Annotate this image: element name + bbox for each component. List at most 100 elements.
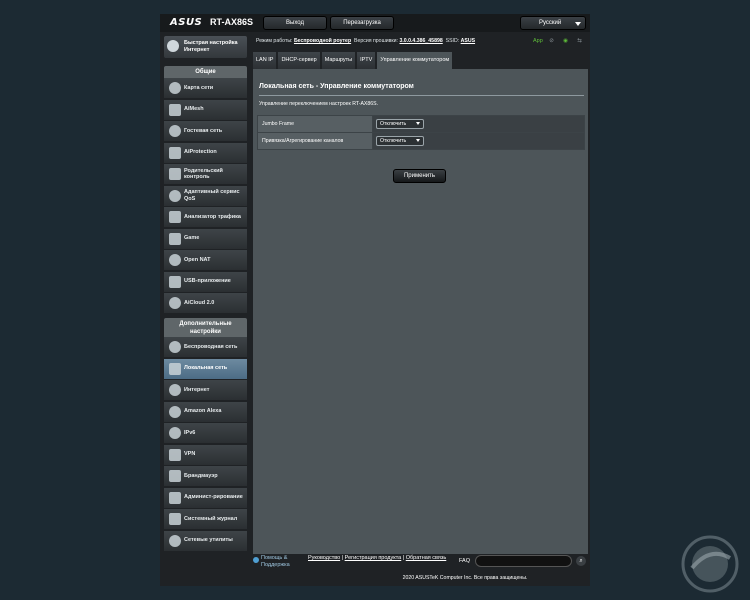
status-bar: Режим работы: Беспроводной роутер Версия…: [256, 38, 475, 44]
sidebar-item-system-log[interactable]: Системный журнал: [164, 509, 247, 529]
internet-status-icon[interactable]: ⊘: [547, 37, 556, 46]
system-log-icon: [169, 513, 181, 525]
tab-routes[interactable]: Маршруты: [321, 52, 356, 69]
sidebar-item-amazon-alexa[interactable]: Amazon Alexa: [164, 401, 247, 422]
sidebar-item-label: USB-приложение: [184, 278, 231, 285]
page-description: Управление переключением настроек RT-AX8…: [259, 101, 379, 107]
title-divider: [259, 95, 584, 96]
sidebar-item-vpn[interactable]: VPN: [164, 444, 247, 465]
sidebar-item-lan[interactable]: Локальная сеть: [164, 358, 247, 379]
admin-icon: [169, 491, 181, 504]
chevron-down-icon: [416, 139, 420, 142]
sidebar-item-label: Сетевые утилиты: [184, 537, 233, 544]
logout-button[interactable]: Выход: [263, 16, 327, 30]
wireless-icon: [169, 341, 181, 353]
lan-tabs: LAN IP DHCP-сервер Маршруты IPTV Управле…: [253, 52, 454, 69]
advanced-menu: Беспроводная сеть Локальная сеть Интерне…: [164, 337, 247, 552]
sidebar-item-label: Адаптивный сервис QoS: [184, 189, 240, 202]
sidebar-item-parental-control[interactable]: Родительский контроль: [164, 164, 247, 184]
jumbo-frame-select[interactable]: Отключить: [376, 119, 424, 129]
tab-iptv[interactable]: IPTV: [357, 52, 376, 69]
search-icon[interactable]: ⌕: [576, 556, 586, 566]
sidebar-item-traffic-analyzer[interactable]: Анализатор трафика: [164, 207, 247, 227]
sidebar-item-network-map[interactable]: Карта сети: [164, 78, 247, 98]
tab-lan-ip[interactable]: LAN IP: [253, 52, 277, 69]
sidebar-item-ipv6[interactable]: IPv6: [164, 423, 247, 443]
ssid-link[interactable]: ASUS: [461, 38, 475, 44]
sidebar-item-aicloud[interactable]: AiCloud 2.0: [164, 293, 247, 313]
app-icon[interactable]: App: [533, 37, 543, 46]
reboot-button[interactable]: Перезагрузка: [330, 16, 394, 30]
sidebar-item-label: AiProtection: [184, 149, 217, 156]
settings-table: Jumbo Frame Отключить Привязка/Агрегиров…: [257, 115, 585, 150]
link-aggregation-select[interactable]: Отключить: [376, 136, 424, 146]
apply-button[interactable]: Применить: [393, 169, 446, 183]
sidebar-item-guest-network[interactable]: Гостевая сеть: [164, 121, 247, 141]
sidebar-item-firewall[interactable]: Брандмауэр: [164, 466, 247, 486]
table-row: Jumbo Frame Отключить: [257, 115, 585, 133]
sidebar-item-usb-app[interactable]: USB-приложение: [164, 271, 247, 292]
quick-setup-label: Быстрая настройка Интернет: [184, 40, 238, 53]
mode-label: Режим работы:: [256, 38, 293, 44]
sidebar-item-qos[interactable]: Адаптивный сервис QoS: [164, 185, 247, 206]
sidebar-item-network-tools[interactable]: Сетевые утилиты: [164, 530, 247, 551]
sidebar-item-label: Интернет: [184, 386, 210, 393]
router-admin-window: ASUS RT-AX86S Выход Перезагрузка Русский…: [160, 14, 590, 586]
chevron-down-icon: [575, 22, 581, 26]
sidebar-item-game[interactable]: Game: [164, 228, 247, 249]
sidebar-item-label: Game: [184, 235, 200, 242]
sidebar-item-administration[interactable]: Админист-рирование: [164, 487, 247, 508]
cloud-icon: [169, 297, 181, 309]
vpn-icon: [169, 448, 181, 461]
lan-icon: [169, 362, 181, 375]
sidebar-item-label: Родительский контроль: [184, 167, 223, 181]
open-nat-icon: [169, 254, 181, 266]
ipv6-icon: [169, 427, 181, 439]
advanced-section-title: Дополнительные настройки: [164, 318, 247, 337]
sidebar-item-aimesh[interactable]: AiMesh: [164, 99, 247, 120]
faq-search-input[interactable]: [475, 555, 572, 567]
language-select[interactable]: Русский: [520, 16, 586, 30]
sidebar-item-label: VPN: [184, 451, 196, 458]
tab-dhcp-server[interactable]: DHCP-сервер: [278, 52, 320, 69]
ssid-label: SSID:: [445, 38, 460, 44]
firmware-link[interactable]: 3.0.0.4.386_45898: [399, 38, 442, 44]
sidebar-item-label: Беспроводная сеть: [184, 343, 238, 350]
page-title: Локальная сеть - Управление коммутатором: [259, 83, 414, 90]
sidebar-item-wireless[interactable]: Беспроводная сеть: [164, 337, 247, 357]
status-icons: App ⊘ ◉ ⇆: [533, 37, 584, 46]
manual-link[interactable]: Руководство: [308, 555, 340, 561]
sidebar-item-label: Карта сети: [184, 84, 214, 91]
firmware-label: Версия прошивки:: [354, 38, 398, 44]
select-value: Отключить: [380, 138, 407, 144]
sidebar-item-label: Open NAT: [184, 256, 211, 263]
language-value: Русский: [539, 20, 562, 26]
parental-control-icon: [169, 168, 181, 180]
sidebar-item-internet[interactable]: Интернет: [164, 380, 247, 400]
copyright-text: 2020 ASUSTeK Computer Inc. Все права защ…: [402, 575, 528, 581]
feedback-link[interactable]: Обратная связь: [406, 555, 447, 561]
help-support-link[interactable]: Помощь & Поддержка: [261, 555, 303, 569]
sidebar-item-label: Локальная сеть: [184, 365, 228, 372]
gamepad-icon: [169, 232, 181, 245]
sidebar-item-label: AiMesh: [184, 106, 204, 113]
general-section-title: Общие: [164, 66, 247, 78]
footer: Помощь & Поддержка Руководство | Регистр…: [160, 554, 590, 586]
asus-logo[interactable]: ASUS: [170, 17, 202, 28]
globe-icon: [169, 384, 181, 396]
tab-switch-control[interactable]: Управление коммутатором: [377, 52, 453, 69]
sidebar-item-label: Amazon Alexa: [184, 408, 222, 415]
mode-link[interactable]: Беспроводной роутер: [294, 38, 351, 44]
quick-internet-setup-button[interactable]: Быстрая настройка Интернет: [164, 36, 247, 58]
model-name: RT-AX86S: [210, 17, 254, 27]
usb-status-icon[interactable]: ⇆: [575, 37, 584, 46]
watermark-logo: [681, 535, 739, 593]
sidebar-item-open-nat[interactable]: Open NAT: [164, 250, 247, 270]
product-registration-link[interactable]: Регистрация продукта: [345, 555, 402, 561]
qos-icon: [169, 189, 181, 202]
wifi-status-icon[interactable]: ◉: [561, 37, 570, 46]
sidebar-item-aiprotection[interactable]: AiProtection: [164, 142, 247, 163]
jumbo-frame-cell: Отключить: [372, 115, 585, 133]
guest-network-icon: [169, 125, 181, 137]
sidebar-item-label: AiCloud 2.0: [184, 299, 215, 306]
